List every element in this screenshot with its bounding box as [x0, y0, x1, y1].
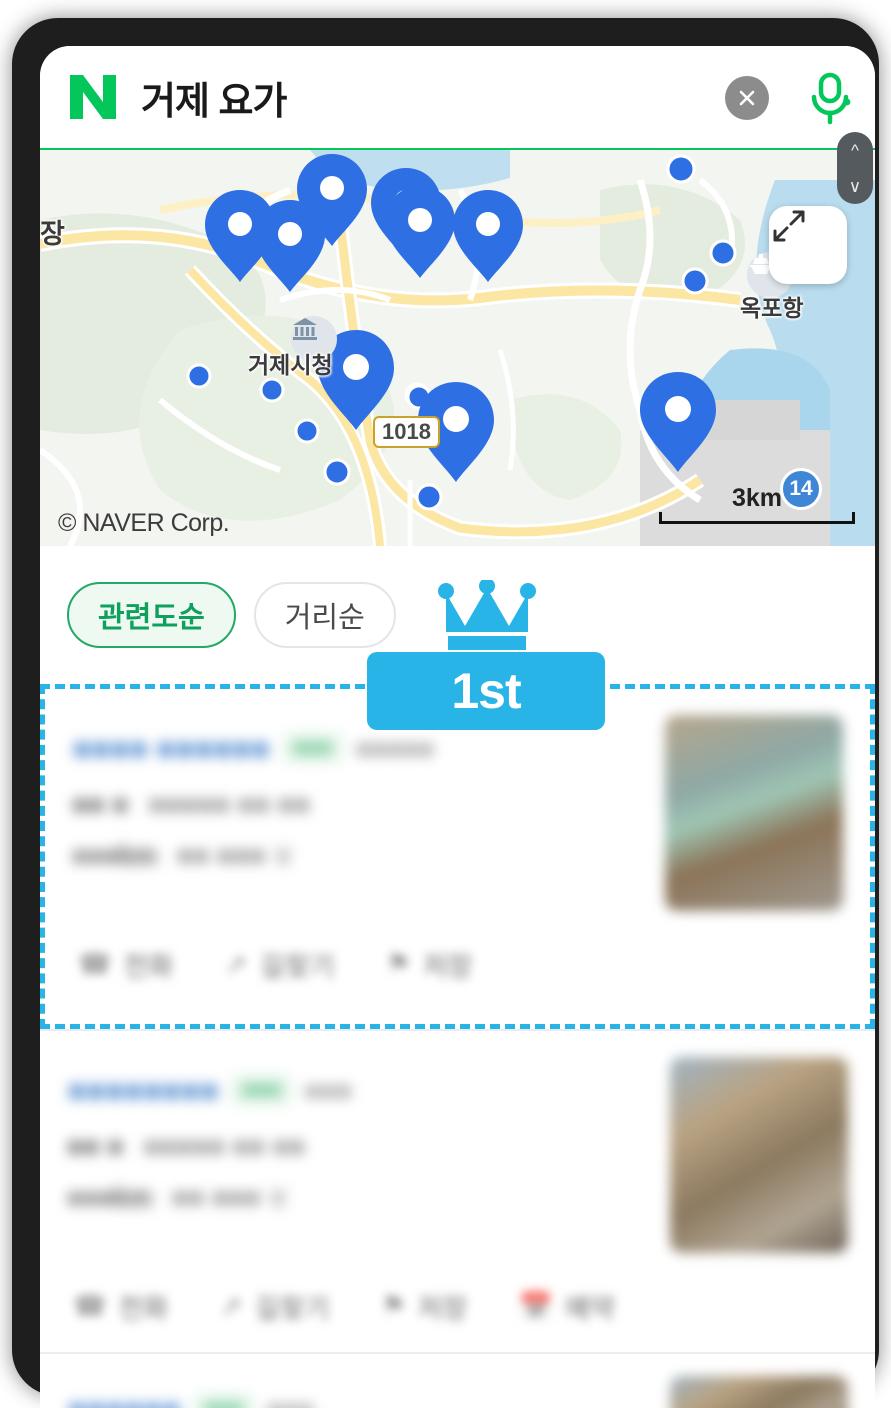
map-scroll-control[interactable]: ^ ∨ — [837, 132, 873, 204]
result-meta-row-2: ●● ● ●●●●● ●● ●● — [67, 1131, 637, 1162]
result-card-2[interactable]: ●●●●●●●● ●●● ●●● ●● ● ●●●●● ●● ●● ●●●km … — [40, 1031, 875, 1352]
action-phone-1[interactable]: ☎ 전화 — [78, 945, 173, 984]
result-hours-row-2: ●●●km ●● ●●● ∨ — [67, 1182, 637, 1213]
naver-logo-icon[interactable] — [67, 72, 119, 122]
sort-chip-relevance[interactable]: 관련도순 — [67, 582, 236, 648]
map-copyright: © NAVER Corp. — [58, 509, 229, 538]
map-scale-label: 3km — [659, 484, 855, 513]
result-thumbnail-3[interactable] — [670, 1376, 848, 1408]
result-thumbnail-2[interactable] — [670, 1057, 848, 1253]
app-header: 거제 요가 — [40, 46, 875, 150]
result-title-row-2: ●●●●●●●● ●●● ●●● — [67, 1071, 637, 1109]
result-thumbnail-1[interactable] — [665, 715, 843, 911]
result-meta-label-1: ●● ● — [72, 789, 128, 820]
action-save-2[interactable]: ⚑ 저장 — [381, 1287, 467, 1326]
result-meta-value-2: ●●●●● ●● ●● — [143, 1131, 305, 1162]
action-save-label-1: 저장 — [423, 945, 473, 984]
result-badge-1: ●●● — [284, 733, 342, 763]
bookmark-icon: ⚑ — [386, 949, 410, 980]
directions-icon: ➚ — [225, 949, 248, 980]
action-directions-label-2: 길찾기 — [255, 1287, 330, 1326]
action-reserve-label-2: 예약 — [565, 1287, 615, 1326]
result-title-row-1: ●●●● ●●●●●● ●●● ●●●●● — [72, 729, 642, 767]
action-phone-2[interactable]: ☎ 전화 — [73, 1287, 168, 1326]
map-scale-line — [659, 512, 855, 524]
result-text-3: ●●●●●● ●●● ●●● — [67, 1376, 637, 1408]
bookmark-icon: ⚑ — [381, 1291, 405, 1322]
action-phone-label-2: 전화 — [119, 1287, 169, 1326]
result-actions-2: ☎ 전화 ➚ 길찾기 ⚑ 저장 📅 예약 — [67, 1253, 848, 1352]
poi-label-partial: 장 — [40, 212, 65, 251]
search-results-list: ●●●● ●●●●●● ●●● ●●●●● ●● ● ●●●●● ●● ●● ●… — [40, 684, 875, 1408]
poi-label-port: 옥포항 — [740, 289, 803, 323]
result-category-2: ●●● — [305, 1075, 352, 1106]
result-text-2: ●●●●●●●● ●●● ●●● ●● ● ●●●●● ●● ●● ●●●km … — [67, 1057, 637, 1253]
map-view[interactable]: 거제시청 옥포항 장 1018 14 3km © NA — [40, 150, 875, 546]
result-body-1: ●●●● ●●●●●● ●●● ●●●●● ●● ● ●●●●● ●● ●● ●… — [72, 715, 843, 911]
action-directions-1[interactable]: ➚ 길찾기 — [225, 945, 334, 984]
action-save-1[interactable]: ⚑ 저장 — [386, 945, 472, 984]
result-badge-2: ●●● — [232, 1075, 290, 1105]
action-save-label-2: 저장 — [418, 1287, 468, 1326]
search-query-text[interactable]: 거제 요가 — [141, 70, 286, 125]
directions-icon: ➚ — [220, 1291, 243, 1322]
result-category-3: ●●● — [267, 1394, 314, 1408]
action-reserve-2[interactable]: 📅 예약 — [519, 1287, 614, 1326]
action-directions-2[interactable]: ➚ 길찾기 — [220, 1287, 329, 1326]
result-card-1[interactable]: ●●●● ●●●●●● ●●● ●●●●● ●● ● ●●●●● ●● ●● ●… — [40, 684, 875, 1029]
result-hours-row-1: ●●●km ●● ●●● ∨ — [72, 840, 642, 871]
result-hours-1[interactable]: ●● ●●● ∨ — [177, 840, 293, 871]
result-name-2[interactable]: ●●●●●●●● — [67, 1071, 218, 1109]
map-expand-button[interactable] — [769, 206, 847, 284]
phone-icon: ☎ — [73, 1291, 107, 1322]
road-number-badge: 1018 — [373, 416, 440, 448]
result-body-2: ●●●●●●●● ●●● ●●● ●● ● ●●●●● ●● ●● ●●●km … — [67, 1057, 848, 1253]
action-directions-label-1: 길찾기 — [260, 945, 335, 984]
close-icon[interactable] — [725, 76, 769, 120]
result-hours-2[interactable]: ●● ●●● ∨ — [172, 1182, 288, 1213]
phone-screen: 거제 요가 ^ ∨ — [40, 46, 875, 1408]
expand-arrows-icon — [769, 206, 809, 246]
result-category-1: ●●●●● — [356, 733, 435, 764]
map-scale-bar: 3km — [659, 484, 855, 526]
result-meta-row-1: ●● ● ●●●●● ●● ●● — [72, 789, 642, 820]
calendar-icon: 📅 — [519, 1291, 553, 1323]
result-actions-1: ☎ 전화 ➚ 길찾기 ⚑ 저장 — [72, 911, 843, 1010]
chevron-down-icon[interactable]: ∨ — [849, 178, 861, 195]
sort-filter-row: 관련도순 거리순 — [40, 546, 875, 684]
result-name-1[interactable]: ●●●● ●●●●●● — [72, 729, 270, 767]
result-body-3: ●●●●●● ●●● ●●● — [67, 1376, 848, 1408]
result-name-3[interactable]: ●●●●●● — [67, 1390, 181, 1408]
result-text-1: ●●●● ●●●●●● ●●● ●●●●● ●● ● ●●●●● ●● ●● ●… — [72, 715, 642, 911]
result-distance-1: ●●●km — [72, 840, 157, 871]
phone-icon: ☎ — [78, 949, 112, 980]
action-phone-label-1: 전화 — [124, 945, 174, 984]
result-distance-2: ●●●km — [67, 1182, 152, 1213]
result-meta-value-1: ●●●●● ●● ●● — [148, 789, 310, 820]
result-title-row-3: ●●●●●● ●●● ●●● — [67, 1390, 637, 1408]
phone-frame: 거제 요가 ^ ∨ — [12, 18, 879, 1396]
chevron-up-icon[interactable]: ^ — [851, 142, 859, 159]
result-meta-label-2: ●● ● — [67, 1131, 123, 1162]
result-badge-3: ●●● — [195, 1394, 253, 1408]
poi-label-city-hall: 거제시청 — [248, 346, 333, 380]
microphone-icon[interactable] — [803, 70, 857, 126]
sort-chip-distance[interactable]: 거리순 — [254, 582, 396, 648]
result-card-3[interactable]: ●●●●●● ●●● ●●● — [40, 1354, 875, 1408]
